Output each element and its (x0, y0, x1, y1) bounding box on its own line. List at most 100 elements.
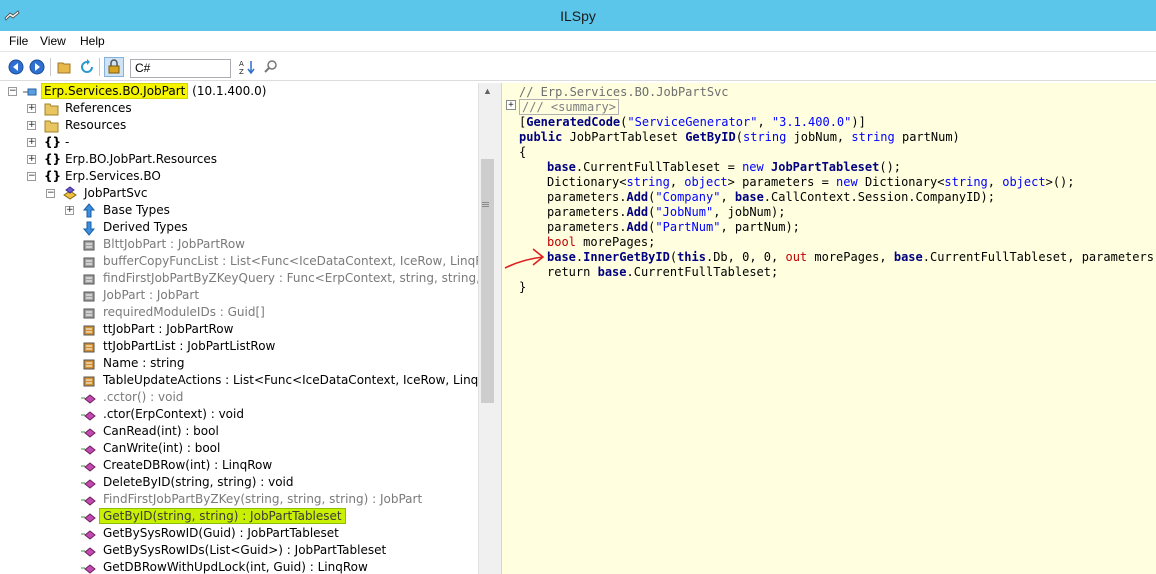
member-label: .cctor() : void (103, 390, 184, 404)
expand-summary-icon[interactable]: + (506, 100, 516, 110)
resources-label: Resources (65, 118, 127, 132)
scroll-up-icon[interactable]: ▲ (479, 83, 496, 100)
svg-text:A: A (239, 60, 244, 68)
code-line: parameters.Add("PartNum", partNum); (547, 220, 800, 234)
show-internal-icon (108, 59, 120, 74)
collapse-icon[interactable]: − (46, 189, 55, 198)
tree-node-namespace[interactable]: − {} Erp.Services.BO (0, 168, 478, 185)
tree-node-member[interactable]: BlttJobPart : JobPartRow (0, 236, 478, 253)
method-icon (81, 564, 96, 574)
tree-node-member[interactable]: GetDBRowWithUpdLock(int, Guid) : LinqRow (0, 559, 478, 574)
expand-icon[interactable]: + (27, 155, 36, 164)
tree-node-resources[interactable]: + Resources (0, 117, 478, 134)
open-folder-icon (57, 62, 71, 74)
tree-node-class[interactable]: − JobPartSvc (0, 185, 478, 202)
tree-node-member[interactable]: GetByID(string, string) : JobPartTablese… (0, 508, 478, 525)
tree-node-derived-types[interactable]: Derived Types (0, 219, 478, 236)
title-bar: ILSpy (0, 0, 1156, 31)
scroll-grip-icon (482, 202, 489, 203)
tree-node-assembly[interactable]: − Erp.Services.BO.JobPart (10.1.400.0) (0, 83, 478, 100)
menu-view[interactable]: View (40, 34, 66, 48)
tree-node-member[interactable]: Name : string (0, 355, 478, 372)
member-label: bufferCopyFuncList : List<Func<IceDataCo… (103, 254, 495, 268)
tree-node-member[interactable]: CreateDBRow(int) : LinqRow (0, 457, 478, 474)
code-line-call: base.InnerGetByID(this.Db, 0, 0, out mor… (547, 250, 1156, 264)
namespace-icon: {} (44, 152, 62, 166)
scroll-thumb[interactable] (481, 159, 494, 403)
code-line-brace: { (519, 145, 527, 159)
toolbar-separator (99, 58, 100, 76)
search-icon (264, 60, 277, 73)
tree-node-namespace[interactable]: + {} Erp.BO.JobPart.Resources (0, 151, 478, 168)
code-view[interactable]: + // Erp.Services.BO.JobPartSvc /// <sum… (501, 83, 1156, 574)
menu-help[interactable]: Help (80, 34, 105, 48)
member-label: DeleteByID(string, string) : void (103, 475, 294, 489)
tree-node-namespace[interactable]: + {} - (0, 134, 478, 151)
references-folder-icon (44, 103, 59, 116)
tree-node-member[interactable]: ttJobPart : JobPartRow (0, 321, 478, 338)
show-internal-button[interactable] (104, 57, 124, 77)
expand-icon[interactable]: + (27, 138, 36, 147)
code-line: return base.CurrentFullTableset; (547, 265, 779, 279)
tree-scrollbar[interactable]: ▲ (478, 83, 495, 574)
back-button[interactable] (6, 57, 26, 77)
tree-node-member[interactable]: DeleteByID(string, string) : void (0, 474, 478, 491)
member-label: Name : string (103, 356, 185, 370)
tree-node-member[interactable]: ttJobPartList : JobPartListRow (0, 338, 478, 355)
tree-node-member[interactable]: GetBySysRowIDs(List<Guid>) : JobPartTabl… (0, 542, 478, 559)
method-icon (81, 496, 96, 506)
tree-node-member[interactable]: requiredModuleIDs : Guid[] (0, 304, 478, 321)
tree-node-member[interactable]: TableUpdateActions : List<Func<IceDataCo… (0, 372, 494, 389)
member-label: CreateDBRow(int) : LinqRow (103, 458, 273, 472)
tree-node-member[interactable]: GetBySysRowID(Guid) : JobPartTableset (0, 525, 478, 542)
toolbar-separator (50, 58, 51, 76)
method-icon (81, 513, 96, 523)
language-select[interactable]: C# (130, 59, 231, 78)
assembly-name: Erp.Services.BO.JobPart (41, 83, 189, 99)
tree-node-member[interactable]: .ctor(ErpContext) : void (0, 406, 478, 423)
member-label: JobPart : JobPart (103, 288, 200, 302)
assembly-tree[interactable]: − Erp.Services.BO.JobPart (10.1.400.0) +… (0, 83, 495, 574)
forward-button[interactable] (27, 57, 47, 77)
assembly-version: (10.1.400.0) (188, 84, 267, 98)
tree-node-member[interactable]: JobPart : JobPart (0, 287, 478, 304)
tree-node-member[interactable]: findFirstJobPartByZKeyQuery : Func<ErpCo… (0, 270, 494, 287)
summary-fold[interactable]: /// <summary> (519, 99, 619, 115)
tree-node-member[interactable]: FindFirstJobPartByZKey(string, string, s… (0, 491, 478, 508)
expand-icon[interactable]: + (27, 121, 36, 130)
collapse-icon[interactable]: − (27, 172, 36, 181)
expand-icon[interactable]: + (27, 104, 36, 113)
member-label: CanRead(int) : bool (103, 424, 219, 438)
namespace-label: - (65, 135, 70, 149)
expand-icon[interactable]: + (65, 206, 74, 215)
class-label: JobPartSvc (84, 186, 148, 200)
menu-bar: File View Help (0, 31, 1156, 52)
method-icon (81, 445, 96, 455)
method-icon (81, 428, 96, 438)
tree-node-member[interactable]: CanRead(int) : bool (0, 423, 478, 440)
open-button[interactable] (55, 57, 75, 77)
code-line: parameters.Add("Company", base.CallConte… (547, 190, 995, 204)
tree-node-base-types[interactable]: + Base Types (0, 202, 478, 219)
sort-button[interactable]: A Z (237, 57, 257, 77)
menu-file[interactable]: File (9, 34, 28, 48)
namespace-label: Erp.BO.JobPart.Resources (65, 152, 218, 166)
code-line-signature: public JobPartTableset GetByID(string jo… (519, 130, 960, 144)
search-button[interactable] (261, 57, 281, 77)
tree-node-references[interactable]: + References (0, 100, 478, 117)
forward-icon (29, 59, 45, 75)
member-label: GetByID(string, string) : JobPartTablese… (99, 508, 346, 525)
field-icon (83, 325, 95, 336)
tree-node-member[interactable]: CanWrite(int) : bool (0, 440, 478, 457)
member-label: GetBySysRowIDs(List<Guid>) : JobPartTabl… (103, 543, 387, 557)
assembly-icon (23, 88, 37, 96)
collapse-icon[interactable]: − (8, 87, 17, 96)
member-label: FindFirstJobPartByZKey(string, string, s… (103, 492, 423, 506)
reload-button[interactable] (77, 57, 97, 77)
member-label: GetDBRowWithUpdLock(int, Guid) : LinqRow (103, 560, 368, 574)
tree-node-member[interactable]: .cctor() : void (0, 389, 478, 406)
references-label: References (65, 101, 132, 115)
selected-member-highlight: GetByID(string, string) : JobPartTablese… (99, 508, 346, 524)
tree-node-member[interactable]: bufferCopyFuncList : List<Func<IceDataCo… (0, 253, 494, 270)
member-label: requiredModuleIDs : Guid[] (103, 305, 265, 319)
